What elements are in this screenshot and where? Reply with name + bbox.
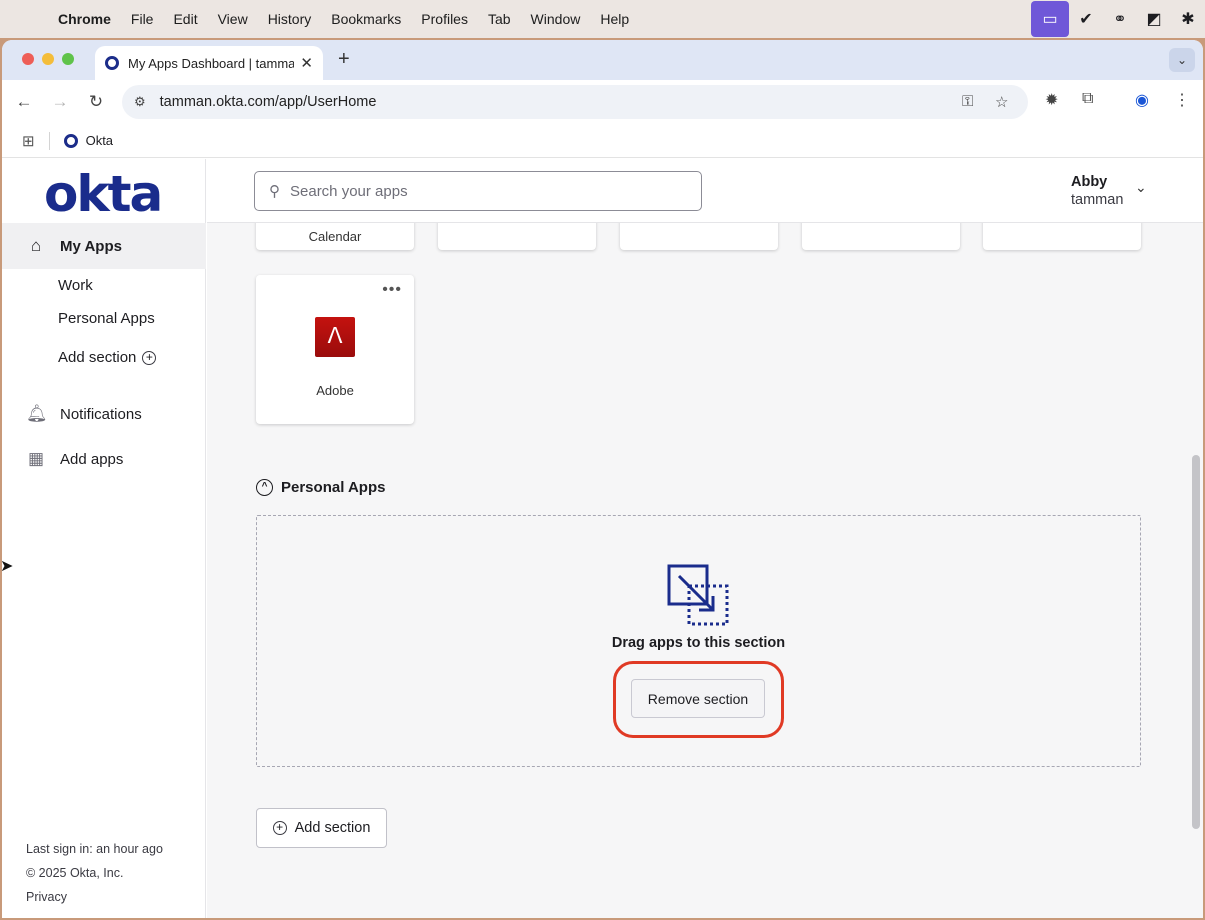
add-section-label: Add section <box>294 820 371 836</box>
sidebar-add-section[interactable]: Add section + <box>58 349 157 366</box>
menu-app-name[interactable]: Chrome <box>58 11 111 27</box>
menu-bookmarks[interactable]: Bookmarks <box>331 11 401 27</box>
sidebar-item-label: My Apps <box>60 237 122 255</box>
menu-help[interactable]: Help <box>600 11 629 27</box>
section-title: Personal Apps <box>281 479 386 496</box>
window-controls <box>22 53 74 65</box>
personal-apps-section-header[interactable]: ^ Personal Apps <box>256 479 385 496</box>
search-box[interactable]: ⚲ <box>254 171 702 211</box>
profile-icon[interactable]: ◉ <box>1135 90 1149 110</box>
add-circle-icon: + <box>272 821 287 835</box>
sidebar-section-personal-apps[interactable]: Personal Apps <box>58 310 155 327</box>
tab-search-chevron-icon[interactable]: ⌄ <box>1169 48 1195 72</box>
sidebar-item-add-apps[interactable]: ▦ Add apps <box>2 436 206 482</box>
sidebar-item-notifications[interactable]: 🔔︎ Notifications <box>2 391 206 437</box>
search-icon: ⚲ <box>269 183 280 200</box>
maximize-window-button[interactable] <box>62 53 74 65</box>
app-tile-calendar[interactable]: Calendar <box>256 223 414 250</box>
add-circle-icon: + <box>142 350 157 365</box>
app-tile[interactable] <box>983 223 1141 250</box>
sidebar-add-section-label: Add section <box>58 349 137 366</box>
sidebar-item-label: Add apps <box>60 450 124 468</box>
menu-tab[interactable]: Tab <box>488 11 511 27</box>
more-options-icon[interactable]: ••• <box>382 281 402 299</box>
menu-history[interactable]: History <box>268 11 312 27</box>
bookmark-star-icon[interactable]: ☆ <box>995 93 1008 111</box>
sidebar-item-my-apps[interactable]: ⌂ My Apps <box>2 223 206 269</box>
menu-window[interactable]: Window <box>531 11 581 27</box>
apps-main: Calendar ••• ᐱ Adobe ^ Personal Apps Dra… <box>207 223 1203 918</box>
bookmarks-bar: ⊞ Okta <box>2 124 1203 158</box>
adobe-logo-icon: ᐱ <box>315 317 355 357</box>
user-first-name: Abby <box>1071 174 1108 190</box>
grid-icon: ▦ <box>27 449 45 468</box>
user-menu[interactable]: Abby tamman <box>1071 173 1123 209</box>
sidebar-section-work[interactable]: Work <box>58 277 93 294</box>
close-tab-icon[interactable]: ✕ <box>300 54 313 72</box>
macos-menubar: Chrome File Edit View History Bookmarks … <box>0 0 1205 38</box>
site-info-icon[interactable]: ⚙ <box>134 94 146 110</box>
add-section-button[interactable]: + Add section <box>256 808 387 848</box>
drag-to-section-icon <box>667 564 729 626</box>
menu-edit[interactable]: Edit <box>173 11 197 27</box>
address-url[interactable]: tamman.okta.com/app/UserHome <box>160 94 377 110</box>
browser-menu-icon[interactable]: ⋮ <box>1174 90 1190 110</box>
search-input[interactable] <box>290 182 670 200</box>
tab-strip: My Apps Dashboard | tamman ✕ + ⌄ <box>2 40 1203 80</box>
new-tab-icon[interactable]: + <box>338 48 350 71</box>
scrollbar[interactable] <box>1192 455 1200 829</box>
chevron-down-icon[interactable]: ⌄ <box>1135 179 1147 196</box>
sidebar: okta ⌂ My Apps Work Personal Apps Add se… <box>2 159 206 918</box>
app-tile[interactable] <box>620 223 778 250</box>
okta-bookmark-icon <box>63 133 78 148</box>
chevron-up-icon[interactable]: ^ <box>256 479 273 496</box>
reload-icon[interactable]: ↻ <box>78 92 114 112</box>
back-icon[interactable]: ← <box>6 92 42 112</box>
bell-icon: 🔔︎ <box>26 404 48 423</box>
close-window-button[interactable] <box>22 53 34 65</box>
top-header: ⚲ Abby tamman ⌄ <box>207 159 1203 223</box>
browser-window: My Apps Dashboard | tamman ✕ + ⌄ ← → ↻ ⚙… <box>2 40 1203 918</box>
bluetooth-icon[interactable]: ✱ <box>1171 4 1205 34</box>
app-tile[interactable] <box>438 223 596 250</box>
browser-toolbar: ← → ↻ ⚙ tamman.okta.com/app/UserHome ⚿ ☆… <box>2 80 1203 124</box>
app-tile-label: Adobe <box>316 383 354 398</box>
check-circle-icon[interactable]: ✔ <box>1069 4 1103 34</box>
privacy-link[interactable]: Privacy <box>26 890 67 904</box>
app-tile-adobe[interactable]: ••• ᐱ Adobe <box>256 275 414 424</box>
home-icon: ⌂ <box>30 236 42 255</box>
extensions-puzzle-icon[interactable]: ⧉ <box>1082 90 1093 108</box>
bookmark-okta[interactable]: Okta <box>86 133 113 148</box>
minimize-window-button[interactable] <box>42 53 54 65</box>
mouse-cursor-icon: ➤ <box>0 558 14 575</box>
app-tray-icon[interactable]: ◩ <box>1137 4 1171 34</box>
screen-share-icon[interactable]: ▭ <box>1031 1 1069 37</box>
last-sign-in: Last sign in: an hour ago <box>26 842 163 856</box>
menu-profiles[interactable]: Profiles <box>421 11 468 27</box>
okta-logo[interactable]: okta <box>44 165 163 223</box>
password-key-icon[interactable]: ⚿ <box>962 93 973 110</box>
extension-sun-icon[interactable]: ✹ <box>1045 90 1058 110</box>
bookmarks-divider <box>48 131 50 150</box>
user-org: tamman <box>1071 192 1124 208</box>
tab-title: My Apps Dashboard | tamman <box>128 55 295 71</box>
link-icon[interactable]: ⚭ <box>1103 4 1137 34</box>
menu-view[interactable]: View <box>218 11 248 27</box>
menu-file[interactable]: File <box>131 11 154 27</box>
highlight-annotation <box>613 661 784 738</box>
address-bar[interactable]: ⚙ tamman.okta.com/app/UserHome ⚿ ☆ <box>122 85 1028 119</box>
sidebar-item-label: Notifications <box>60 405 142 423</box>
browser-tab[interactable]: My Apps Dashboard | tamman ✕ <box>95 46 323 80</box>
app-tile[interactable] <box>802 223 960 250</box>
okta-dashboard: okta ⌂ My Apps Work Personal Apps Add se… <box>2 159 1203 918</box>
okta-favicon-icon <box>105 56 119 70</box>
app-tile-label: Calendar <box>308 229 362 244</box>
copyright: © 2025 Okta, Inc. <box>26 866 124 880</box>
apps-grid-icon[interactable]: ⊞ <box>22 132 35 150</box>
section-dropzone[interactable]: Drag apps to this section Remove section <box>256 515 1141 767</box>
drag-apps-text: Drag apps to this section <box>611 635 786 651</box>
forward-icon[interactable]: → <box>42 92 78 112</box>
